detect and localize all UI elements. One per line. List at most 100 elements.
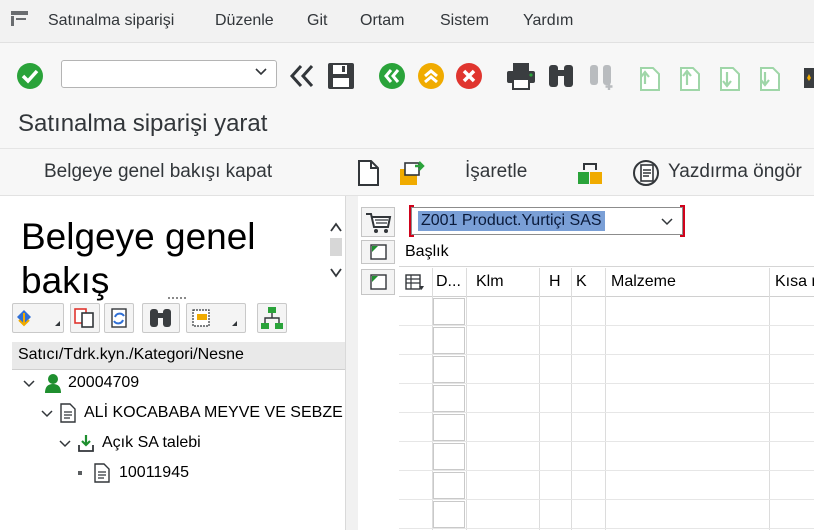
overview-scrollbar[interactable] — [327, 205, 345, 293]
find-tree-button[interactable] — [142, 303, 180, 333]
menu-item-goto[interactable]: Git — [307, 12, 327, 30]
grid-row-line — [399, 499, 814, 500]
tree-row-label: 10011945 — [119, 464, 189, 481]
header-expand-button[interactable] — [361, 240, 395, 264]
find-next-icon[interactable] — [587, 61, 617, 96]
print-preview-icon[interactable] — [633, 158, 663, 193]
expand-header-icon — [370, 244, 387, 260]
grid-row-cell[interactable] — [433, 385, 465, 412]
grid-row-cell[interactable] — [433, 443, 465, 470]
menu-item-help[interactable]: Yardım — [523, 12, 573, 30]
column-header-category[interactable]: K — [576, 273, 587, 291]
column-header-material[interactable]: Malzeme — [611, 273, 676, 291]
tree-row-label: ALİ KOCABABA MEYVE VE SEBZE — [84, 404, 343, 421]
chevron-down-icon[interactable] — [58, 437, 72, 451]
purchase-order-type-value: Z001 Product.Yurtiçi SAS — [418, 211, 605, 231]
shopping-cart-icon — [366, 213, 392, 233]
grid-row-line — [399, 354, 814, 355]
overview-title: Belgeye genel bakış — [21, 216, 256, 301]
chevron-down-icon[interactable] — [22, 377, 36, 391]
back-icon[interactable] — [378, 62, 406, 95]
grid-column-line — [539, 268, 540, 530]
menu-bar: Satınalma siparişi Düzenle Git Ortam Sis… — [0, 0, 814, 43]
close-overview-button[interactable]: Belgeye genel bakışı kapat — [44, 161, 272, 183]
tree-header-label: Satıcı/Tdrk.kyn./Kategori/Nesne — [18, 346, 244, 363]
menu-item-purchase-order[interactable]: Satınalma siparişi — [48, 12, 174, 30]
table-settings-icon[interactable] — [404, 273, 426, 293]
enter-check-icon[interactable] — [16, 62, 44, 95]
exit-icon[interactable] — [417, 62, 445, 95]
previous-page-icon[interactable] — [675, 62, 703, 97]
grid-row-cell[interactable] — [433, 414, 465, 441]
grid-row-cell[interactable] — [433, 298, 465, 325]
command-field[interactable] — [61, 60, 277, 88]
menu-item-system[interactable]: Sistem — [440, 12, 489, 30]
save-icon[interactable] — [326, 61, 356, 96]
hierarchy-button[interactable] — [257, 303, 287, 333]
grid-row-line — [399, 412, 814, 413]
chevron-down-icon[interactable] — [40, 407, 54, 421]
grid-column-line — [769, 268, 770, 530]
next-page-icon[interactable] — [715, 62, 743, 97]
chevron-down-icon[interactable] — [254, 65, 268, 79]
grid-column-line — [466, 268, 467, 530]
grid-row-line — [399, 383, 814, 384]
tree-header: Satıcı/Tdrk.kyn./Kategori/Nesne — [12, 342, 345, 370]
copy-button[interactable] — [70, 303, 100, 333]
grid-row-line — [399, 441, 814, 442]
cart-button[interactable] — [361, 207, 395, 237]
requisition-icon — [78, 435, 94, 452]
menu-item-edit[interactable]: Düzenle — [215, 12, 274, 30]
document-flow-icon[interactable] — [576, 158, 606, 193]
resize-handle[interactable] — [168, 297, 186, 302]
header-divider — [399, 266, 814, 267]
page-title: Satınalma siparişi yarat — [18, 110, 268, 137]
last-page-icon[interactable] — [755, 62, 783, 97]
bullet-icon — [78, 471, 82, 475]
panel-splitter[interactable] — [345, 196, 359, 530]
column-header-account-assignment[interactable]: H — [549, 273, 561, 291]
refresh-button[interactable] — [104, 303, 134, 333]
cancel-icon[interactable] — [455, 62, 483, 95]
focus-bracket-right — [680, 205, 685, 237]
chevron-down-icon[interactable] — [660, 215, 674, 229]
grid-row-line — [399, 325, 814, 326]
grid-row-cell[interactable] — [433, 501, 465, 528]
header-label: Başlık — [405, 243, 449, 260]
column-header-short-text[interactable]: Kısa metin — [775, 273, 814, 291]
tree-row-vendor-name[interactable]: ALİ KOCABABA MEYVE VE SEBZE — [40, 403, 345, 425]
application-toolbar: Belgeye genel bakışı kapat İşaretle Yazd… — [0, 149, 814, 196]
first-page-icon[interactable] — [635, 62, 663, 97]
grid-column-line — [605, 268, 606, 530]
selection-variant-button[interactable] — [12, 303, 64, 333]
focus-bracket-left — [409, 205, 414, 237]
grid-row-cell[interactable] — [433, 472, 465, 499]
document-icon — [60, 403, 76, 423]
items-grid-header: D... Klm H K Malzeme Kısa metin — [399, 268, 814, 297]
new-document-icon[interactable] — [355, 159, 381, 192]
double-chevron-left-icon[interactable] — [287, 63, 317, 94]
tree-toolbar — [12, 303, 345, 337]
grid-row-line — [399, 528, 814, 529]
mark-button[interactable]: İşaretle — [465, 161, 527, 183]
column-header-item[interactable]: Klm — [476, 273, 504, 291]
find-icon[interactable] — [546, 61, 576, 96]
print-preview-button[interactable]: Yazdırma öngör — [668, 161, 802, 183]
grid-column-line — [571, 268, 572, 530]
column-header-status[interactable]: D... — [436, 273, 461, 291]
document-icon — [94, 463, 110, 483]
bookmark-icon[interactable] — [800, 64, 814, 95]
items-expand-button[interactable] — [361, 269, 395, 295]
grid-row-line — [399, 470, 814, 471]
expand-items-icon — [370, 274, 387, 290]
grid-row-cell[interactable] — [433, 327, 465, 354]
layout-button[interactable] — [186, 303, 246, 333]
vendor-person-icon — [45, 374, 61, 393]
grid-row-cell[interactable] — [433, 356, 465, 383]
menu-item-environment[interactable]: Ortam — [360, 12, 404, 30]
other-purchase-order-icon[interactable] — [397, 157, 427, 192]
tree-row-label: Açık SA talebi — [102, 434, 201, 451]
purchase-order-type-select[interactable]: Z001 Product.Yurtiçi SAS — [411, 207, 683, 235]
print-icon[interactable] — [505, 61, 537, 96]
menu-icon[interactable] — [10, 10, 30, 33]
